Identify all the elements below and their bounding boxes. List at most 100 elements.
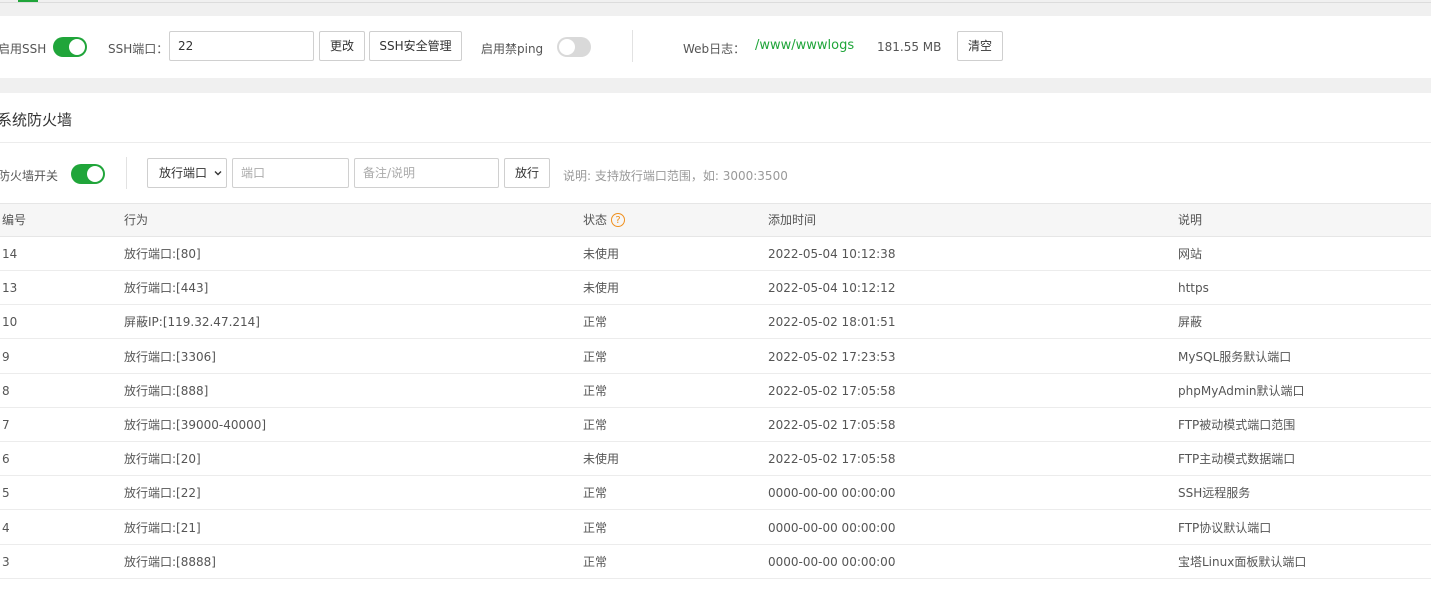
top-strip: [0, 0, 1431, 16]
remark-input-placeholder: 备注/说明: [363, 166, 416, 180]
column-header-action: 行为: [124, 213, 149, 227]
row-action: 放行端口:[21]: [124, 520, 201, 535]
row-status: 正常: [583, 315, 608, 330]
table-row: 4 放行端口:[21] 正常 0000-00-00 00:00:00 FTP协议默认端口: [0, 510, 1431, 545]
firewall-toggle[interactable]: [71, 164, 105, 184]
port-input-placeholder: 端口: [241, 166, 266, 180]
ssh-settings-panel: 启用SSH SSH端口： 22 更改 SSH安全管理 启用禁ping Web日志…: [0, 16, 1431, 78]
table-row: 10 屏蔽IP:[119.32.47.214] 正常 2022-05-02 18:01…: [0, 305, 1431, 340]
row-time: 2022-05-02 17:05:58: [768, 383, 896, 398]
top-divider: [0, 2, 1431, 3]
row-status: 未使用: [583, 452, 620, 467]
column-header-remark: 说明: [1178, 213, 1203, 227]
row-status: 未使用: [583, 247, 620, 261]
row-time: 2022-05-04 10:12:12: [768, 281, 896, 296]
title-divider: [0, 142, 1431, 143]
divider: [632, 30, 633, 62]
row-action: 放行端口:[3306]: [124, 349, 216, 364]
row-status: 未使用: [583, 281, 620, 296]
toggle-knob: [559, 39, 575, 55]
row-status: 正常: [583, 349, 608, 364]
row-status: 正常: [583, 383, 608, 398]
row-action: 放行端口:[39000-40000]: [124, 418, 267, 432]
ssh-port-label: SSH端口：: [108, 42, 169, 56]
row-id: 8: [2, 383, 10, 398]
row-action: 放行端口:[888]: [124, 383, 209, 398]
column-header-status: 状态?: [583, 204, 626, 238]
enable-ssh-label: 启用SSH: [0, 42, 47, 56]
row-id: 14: [2, 247, 18, 261]
row-id: 9: [2, 349, 10, 364]
firewall-switch-label: 防火墙开关: [0, 169, 59, 183]
row-status: 正常: [583, 418, 608, 432]
row-action: 放行端口:[443]: [124, 281, 209, 296]
row-remark: https: [1178, 281, 1209, 296]
row-status: 正常: [583, 520, 608, 535]
ssh-port-value: 22: [178, 39, 194, 53]
table-row: 8 放行端口:[888] 正常 2022-05-02 17:05:58 phpMyAdm…: [0, 373, 1431, 408]
change-port-button[interactable]: 更改: [319, 31, 365, 61]
ban-ping-toggle[interactable]: [557, 37, 591, 57]
column-header-id: 编号: [2, 213, 27, 227]
table-row: 3 放行端口:[8888] 正常 0000-00-00 00:00:00 宝塔Linux…: [0, 544, 1431, 579]
ban-ping-label: 启用禁ping: [481, 42, 544, 56]
ssh-toggle[interactable]: [53, 37, 87, 57]
rule-type-value: 放行端口: [159, 166, 208, 180]
row-status: 正常: [583, 486, 608, 501]
table-row: 5 放行端口:[22] 正常 0000-00-00 00:00:00 SSH远程服务: [0, 476, 1431, 511]
row-id: 6: [2, 452, 10, 467]
web-log-size: 181.55 MB: [877, 40, 942, 54]
row-time: 2022-05-02 17:23:53: [768, 349, 896, 364]
toggle-knob: [87, 166, 103, 182]
row-remark: 屏蔽: [1178, 315, 1203, 330]
row-id: 10: [2, 315, 18, 330]
table-header: 编号 行为 状态? 添加时间 说明: [0, 203, 1431, 237]
row-remark: MySQL服务默认端口: [1178, 349, 1292, 364]
ssh-security-button[interactable]: SSH安全管理: [369, 31, 462, 61]
column-header-time: 添加时间: [768, 213, 817, 227]
row-remark: SSH远程服务: [1178, 486, 1251, 501]
row-action: 放行端口:[8888]: [124, 554, 216, 569]
row-remark: FTP被动模式端口范围: [1178, 418, 1296, 432]
row-action: 屏蔽IP:[119.32.47.214]: [124, 315, 260, 330]
table-row: 13 放行端口:[443] 未使用 2022-05-04 10:12:12 https: [0, 271, 1431, 306]
table-row: 9 放行端口:[3306] 正常 2022-05-02 17:23:53 MySQL服务…: [0, 339, 1431, 374]
row-time: 2022-05-04 10:12:38: [768, 247, 896, 261]
row-remark: 网站: [1178, 247, 1203, 261]
row-time: 0000-00-00 00:00:00: [768, 486, 896, 501]
row-time: 0000-00-00 00:00:00: [768, 520, 896, 535]
row-time: 2022-05-02 17:05:58: [768, 418, 896, 432]
rule-type-select[interactable]: 放行端口: [147, 158, 227, 188]
table-row: 14 放行端口:[80] 未使用 2022-05-04 10:12:38 网站: [0, 237, 1431, 271]
allow-button[interactable]: 放行: [504, 158, 550, 188]
row-remark: phpMyAdmin默认端口: [1178, 383, 1305, 398]
port-input[interactable]: 端口: [232, 158, 349, 188]
row-status: 正常: [583, 554, 608, 569]
row-id: 13: [2, 281, 18, 296]
section-title: 系统防火墙: [0, 111, 73, 129]
chevron-down-icon: [214, 171, 222, 176]
row-remark: 宝塔Linux面板默认端口: [1178, 554, 1307, 569]
row-remark: FTP协议默认端口: [1178, 520, 1272, 535]
row-id: 7: [2, 418, 10, 432]
hint-text: 说明: 支持放行端口范围，如: 3000:3500: [563, 169, 788, 183]
row-remark: FTP主动模式数据端口: [1178, 452, 1296, 467]
table-row: 7 放行端口:[39000-40000] 正常 2022-05-02 17:05:58…: [0, 408, 1431, 442]
status-header-label: 状态: [583, 213, 608, 227]
row-id: 4: [2, 520, 10, 535]
web-log-path-link[interactable]: /www/wwwlogs: [755, 38, 854, 53]
table-row: 6 放行端口:[20] 未使用 2022-05-02 17:05:58 FTP主动模式数…: [0, 442, 1431, 477]
clear-log-button[interactable]: 清空: [957, 31, 1003, 61]
remark-input[interactable]: 备注/说明: [354, 158, 499, 188]
row-action: 放行端口:[80]: [124, 247, 201, 261]
row-time: 2022-05-02 18:01:51: [768, 315, 896, 330]
row-time: 0000-00-00 00:00:00: [768, 554, 896, 569]
ssh-port-input[interactable]: 22: [169, 31, 314, 61]
row-action: 放行端口:[22]: [124, 486, 201, 501]
web-log-label: Web日志：: [683, 42, 746, 56]
divider: [126, 157, 127, 189]
row-time: 2022-05-02 17:05:58: [768, 452, 896, 467]
row-id: 3: [2, 554, 10, 569]
row-id: 5: [2, 486, 10, 501]
help-icon[interactable]: ?: [611, 212, 626, 227]
